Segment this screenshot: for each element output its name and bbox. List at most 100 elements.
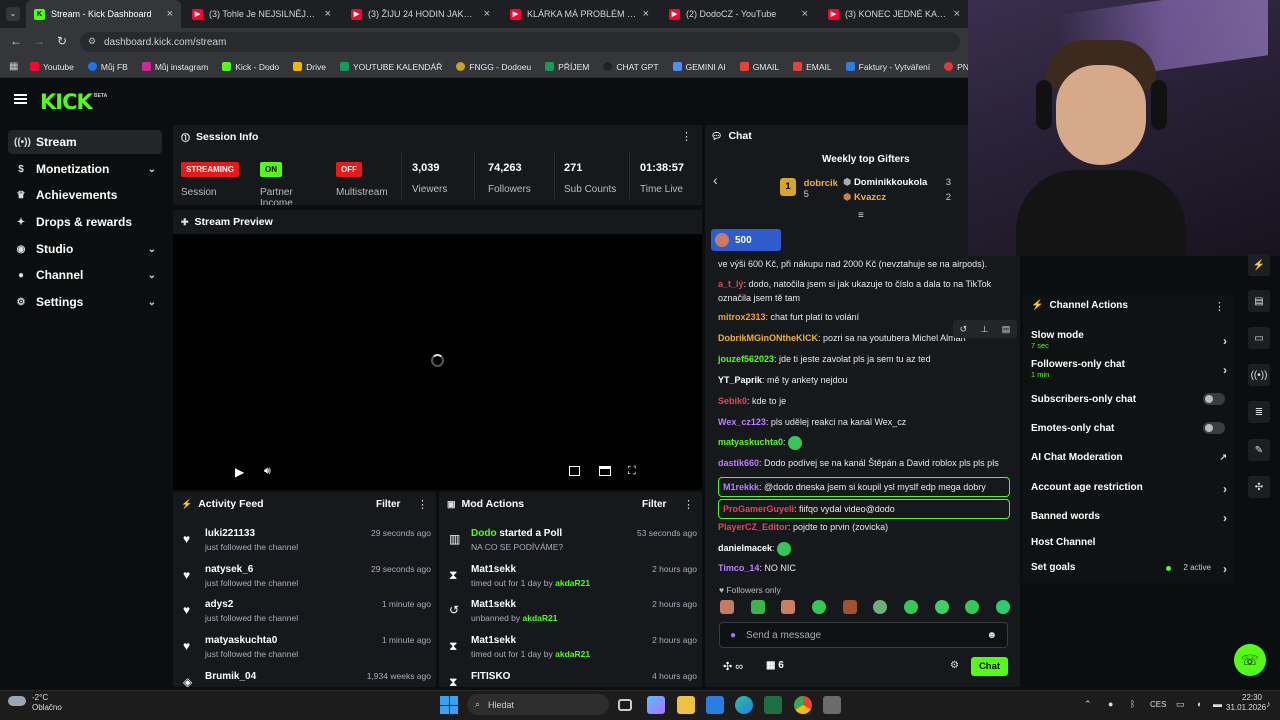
- close-tab-icon[interactable]: ×: [484, 8, 490, 20]
- browser-tab[interactable]: ▶ (3) KONEC JEDNÉ KAPITOLY. D×: [820, 0, 968, 28]
- channel-action-item[interactable]: Slow mode 7 sec ›: [1031, 330, 1231, 350]
- forward-icon[interactable]: →: [33, 34, 45, 48]
- language-indicator[interactable]: CES: [1150, 700, 1166, 709]
- tray-microphone-icon[interactable]: ●: [1108, 699, 1113, 709]
- close-tab-icon[interactable]: ×: [802, 8, 808, 20]
- chat-username[interactable]: danielmacek: [718, 543, 772, 553]
- rail-points-button[interactable]: ✣: [1248, 476, 1270, 498]
- help-fab-button[interactable]: ☏: [1234, 644, 1266, 676]
- emote-icon[interactable]: [781, 600, 796, 614]
- sidebar-item-achievements[interactable]: ♛ Achievements: [8, 183, 162, 207]
- microphone-icon[interactable]: ●: [730, 630, 736, 641]
- site-info-icon[interactable]: ⚙: [88, 36, 96, 47]
- apps-grid-icon[interactable]: ▦: [9, 61, 18, 72]
- theater-mode-icon[interactable]: [599, 466, 611, 476]
- edge-icon[interactable]: [735, 696, 753, 714]
- more-options-icon[interactable]: ⋮: [417, 498, 428, 511]
- channel-action-item[interactable]: Followers-only chat 1 min ›: [1031, 359, 1231, 379]
- fullscreen-icon[interactable]: ⛶: [628, 465, 636, 478]
- tray-battery-icon[interactable]: ▬: [1213, 699, 1222, 709]
- bookmark[interactable]: CHAT GPT: [603, 62, 659, 72]
- toggle-switch[interactable]: [1203, 422, 1225, 434]
- browser-tab[interactable]: K Stream - Kick Dashboard ×: [26, 0, 181, 28]
- chat-username[interactable]: M1rekkk: [723, 482, 759, 492]
- send-chat-button[interactable]: Chat: [971, 657, 1008, 676]
- notification-bell-icon[interactable]: ♪: [1266, 699, 1271, 709]
- channel-action-item[interactable]: Account age restriction ›: [1031, 482, 1231, 496]
- tray-bluetooth-icon[interactable]: ᛒ: [1130, 699, 1135, 709]
- taskbar-search-input[interactable]: ⌕ Hledat: [467, 694, 609, 715]
- rail-list-button[interactable]: ≣: [1248, 401, 1270, 423]
- gifter-rank-2[interactable]: ⬢ Dominikkoukola 3: [843, 177, 951, 188]
- bookmark[interactable]: Kick - Dodo: [222, 62, 279, 72]
- chat-input[interactable]: ● Send a message ☻: [719, 622, 1008, 648]
- channel-action-item[interactable]: Host Channel: [1031, 537, 1231, 548]
- emote-icon[interactable]: [934, 600, 949, 614]
- rail-chat-button[interactable]: ▭: [1248, 327, 1270, 349]
- browser-tab[interactable]: ▶ (3) Tohle Je NEJSILNĚJŠÍ DÍTĚ v×: [184, 0, 339, 28]
- partner-status[interactable]: ON Partner Income: [260, 162, 310, 205]
- chat-username[interactable]: mitrox2313: [718, 312, 766, 322]
- bookmark[interactable]: YOUTUBE KALENDÁŘ: [339, 62, 442, 72]
- chat-username[interactable]: jouzef562023: [718, 354, 774, 364]
- sidebar-item-drops[interactable]: ✦ Drops & rewards: [8, 210, 162, 234]
- sidebar-item-channel[interactable]: ● Channel ⌄: [8, 263, 162, 287]
- back-icon[interactable]: ←: [10, 34, 22, 48]
- emote-icon[interactable]: [903, 600, 918, 614]
- gift-indicator[interactable]: ▦ 6: [766, 660, 784, 671]
- gifter-rank-3[interactable]: ⬢ Kvazcz 2: [843, 192, 951, 203]
- chat-username[interactable]: DobrikMGinONtheKICK: [718, 333, 818, 343]
- sidebar-item-stream[interactable]: ((•)) Stream: [8, 130, 162, 154]
- bookmark[interactable]: GMAIL: [739, 62, 779, 72]
- emote-icon[interactable]: [995, 600, 1010, 614]
- pinned-gift-chip[interactable]: 500: [711, 229, 781, 251]
- reload-icon[interactable]: ↻: [57, 34, 67, 48]
- tray-volume-icon[interactable]: ◖: [1196, 699, 1201, 709]
- expand-icon[interactable]: ≡: [858, 210, 864, 221]
- task-view-icon[interactable]: [618, 699, 632, 711]
- browser-tab[interactable]: ▶ KLÁRKA MÁ PROBLÉM - YouTu×: [502, 0, 657, 28]
- chat-username[interactable]: YT_Paprik: [718, 375, 762, 385]
- bookmark[interactable]: Faktury - Vytváření: [845, 62, 930, 72]
- url-input[interactable]: ⚙ dashboard.kick.com/stream: [80, 32, 960, 52]
- rail-document-button[interactable]: ▤: [1248, 290, 1270, 312]
- rail-broadcast-button[interactable]: ((•)): [1248, 364, 1270, 386]
- rail-bolt-button[interactable]: ⚡: [1248, 254, 1270, 276]
- emote-icon[interactable]: [720, 600, 734, 614]
- sidebar-item-monetization[interactable]: $ Monetization ⌄: [8, 157, 162, 181]
- chat-username[interactable]: a_t_lý: [718, 279, 744, 289]
- sidebar-item-studio[interactable]: ◉ Studio ⌄: [8, 237, 162, 261]
- emoji-icon[interactable]: ☻: [986, 630, 997, 641]
- emote-icon[interactable]: [965, 600, 980, 614]
- browser-tab[interactable]: ▶ (2) DodoCZ - YouTube ×: [661, 0, 816, 28]
- delete-icon[interactable]: ▤: [1002, 324, 1011, 335]
- rail-tools-button[interactable]: ✎: [1248, 439, 1270, 461]
- chat-username[interactable]: ProGamerGuyeli: [723, 504, 794, 514]
- points-indicator[interactable]: ✣ ∞: [723, 660, 743, 673]
- toggle-switch[interactable]: [1203, 393, 1225, 405]
- emote-icon[interactable]: [873, 600, 888, 614]
- close-tab-icon[interactable]: ×: [167, 8, 173, 20]
- chat-username[interactable]: Timco_14: [718, 563, 759, 573]
- bookmark[interactable]: Youtube: [30, 62, 74, 72]
- filter-button[interactable]: Filter: [642, 499, 666, 510]
- gifter-rank-1[interactable]: 1 dobrcik 5: [780, 178, 838, 200]
- bookmark[interactable]: Můj instagram: [141, 62, 208, 72]
- channel-action-item[interactable]: Set goals › 2 active: [1031, 562, 1231, 576]
- volume-icon[interactable]: 🔊︎: [264, 465, 271, 478]
- channel-action-item[interactable]: Banned words ›: [1031, 511, 1231, 525]
- chat-username[interactable]: PlayerCZ_Editor: [718, 522, 788, 532]
- more-options-icon[interactable]: ⋮: [681, 130, 692, 143]
- channel-action-item[interactable]: Subscribers-only chat: [1031, 393, 1231, 405]
- emote-icon[interactable]: [750, 600, 765, 614]
- picture-in-picture-icon[interactable]: [569, 466, 580, 476]
- tray-overflow-icon[interactable]: ⌃: [1084, 699, 1092, 710]
- sidebar-item-settings[interactable]: ⚙ Settings ⌄: [8, 290, 162, 314]
- chat-settings-icon[interactable]: ⚙: [950, 660, 959, 671]
- kick-logo[interactable]: KICK: [40, 90, 93, 114]
- browser-tab[interactable]: ▶ (3) ŽIJU 24 HODIN JAKO @Real×: [343, 0, 498, 28]
- filter-button[interactable]: Filter: [376, 499, 400, 510]
- excel-icon[interactable]: [764, 696, 782, 714]
- chat-username[interactable]: matyaskuchta0: [718, 437, 783, 447]
- more-options-icon[interactable]: ⋮: [683, 498, 694, 511]
